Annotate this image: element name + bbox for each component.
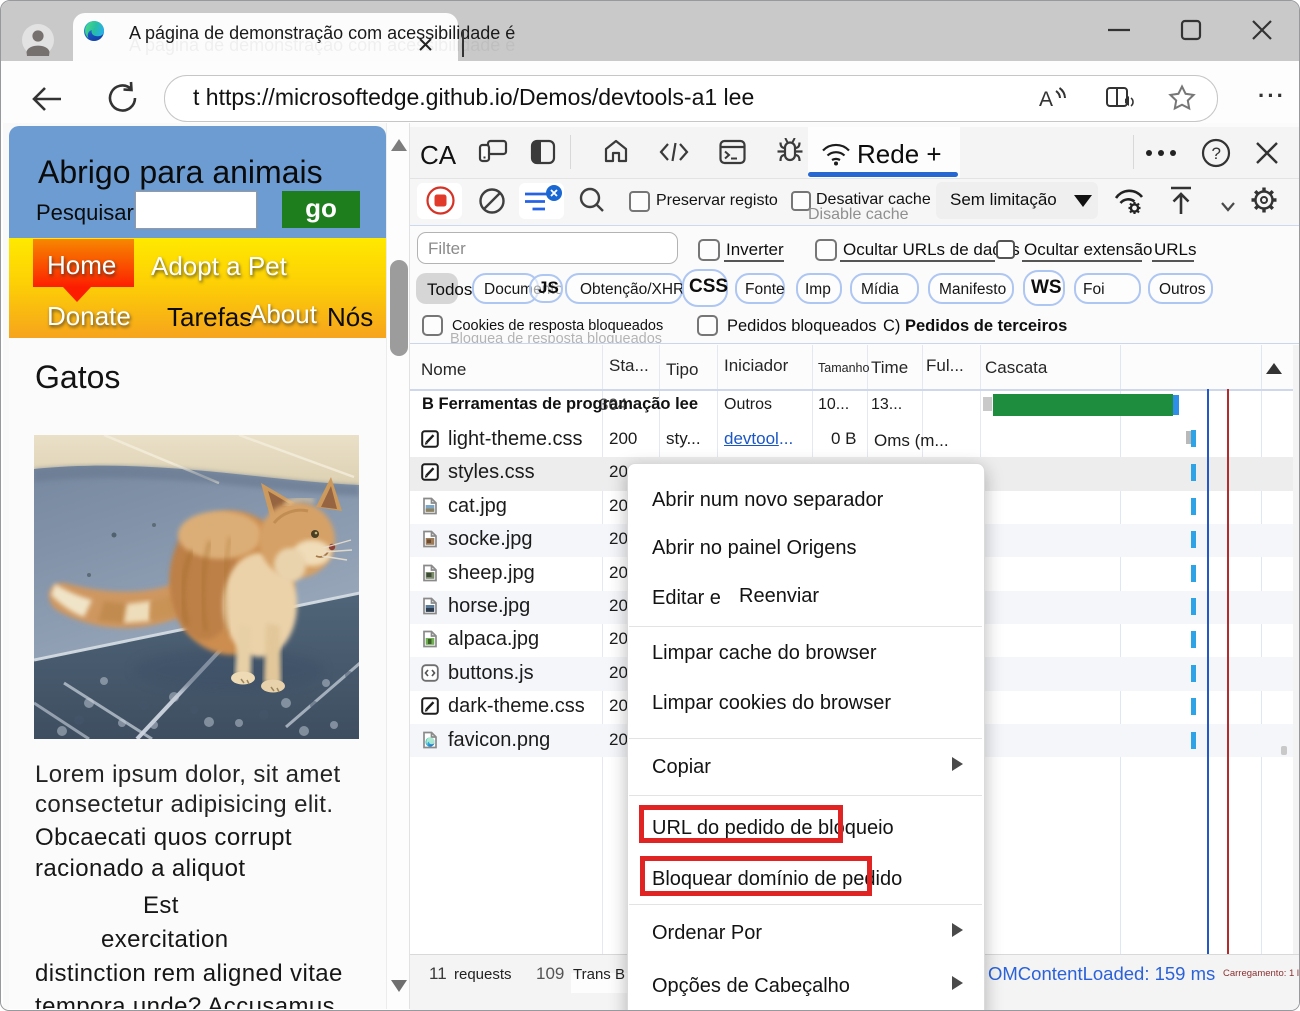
- svg-text:?: ?: [1212, 144, 1221, 163]
- svg-text:A: A: [1039, 88, 1053, 111]
